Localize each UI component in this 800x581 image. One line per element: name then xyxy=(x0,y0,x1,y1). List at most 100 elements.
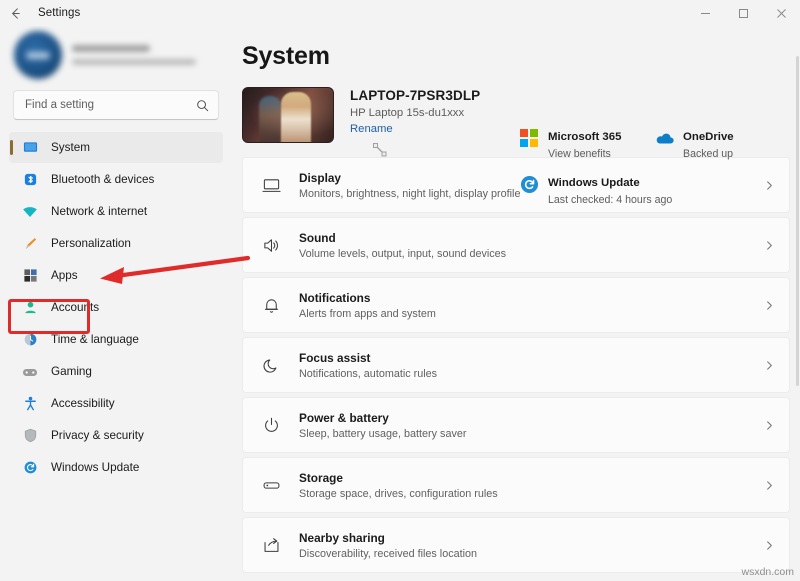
chevron-right-icon xyxy=(764,300,775,311)
settings-row-title: Sound xyxy=(299,230,336,245)
moon-icon xyxy=(260,354,282,376)
power-icon xyxy=(260,414,282,436)
watermark: wsxdn.com xyxy=(741,566,794,578)
settings-row-power-battery[interactable]: Power & battery Sleep, battery usage, ba… xyxy=(242,397,790,453)
page-title: System xyxy=(242,42,330,70)
chevron-right-icon xyxy=(764,420,775,431)
sidebar-item-label: Network & internet xyxy=(51,205,148,218)
close-button[interactable] xyxy=(762,0,800,26)
avatar xyxy=(14,31,62,79)
settings-row-sound[interactable]: Sound Volume levels, output, input, soun… xyxy=(242,217,790,273)
sidebar-item-label: Time & language xyxy=(51,333,139,346)
settings-row-subtitle: Alerts from apps and system xyxy=(299,307,436,320)
wifi-icon xyxy=(22,204,38,220)
onedrive-cloud-icon xyxy=(654,128,674,148)
status-card-onedrive[interactable]: OneDrive Backed up xyxy=(654,127,774,173)
settings-row-title: Storage xyxy=(299,470,343,485)
settings-row-title: Nearby sharing xyxy=(299,530,385,545)
sidebar: System Bluetooth & devices Network & int… xyxy=(0,26,232,581)
search-container xyxy=(9,88,223,130)
back-arrow-icon xyxy=(11,7,20,19)
accessibility-person-icon xyxy=(22,396,38,412)
sidebar-item-label: Accessibility xyxy=(51,397,115,410)
speaker-icon xyxy=(260,234,282,256)
shield-icon xyxy=(22,428,38,444)
display-monitor-icon xyxy=(260,174,282,196)
paintbrush-icon xyxy=(22,236,38,252)
status-card-microsoft-365[interactable]: Microsoft 365 View benefits xyxy=(519,127,654,173)
sidebar-item-label: System xyxy=(51,141,90,154)
settings-row-storage[interactable]: Storage Storage space, drives, configura… xyxy=(242,457,790,513)
gamepad-icon xyxy=(22,364,38,380)
person-icon xyxy=(22,300,38,316)
rename-link[interactable]: Rename xyxy=(350,123,480,135)
sidebar-item-label: Accounts xyxy=(51,301,100,314)
settings-row-nearby-sharing[interactable]: Nearby sharing Discoverability, received… xyxy=(242,517,790,573)
search-icon xyxy=(196,99,209,112)
settings-row-subtitle: Sleep, battery usage, battery saver xyxy=(299,427,467,440)
status-card-title: OneDrive xyxy=(683,131,734,143)
device-wallpaper-thumbnail xyxy=(242,87,334,143)
sidebar-item-accounts[interactable]: Accounts xyxy=(9,292,223,323)
main-scrollbar[interactable] xyxy=(796,56,799,386)
device-summary: LAPTOP-7PSR3DLP HP Laptop 15s-du1xxx Ren… xyxy=(242,71,790,206)
back-button[interactable] xyxy=(0,0,30,26)
update-sync-icon xyxy=(519,174,539,194)
window-title: Settings xyxy=(38,7,81,19)
account-header[interactable] xyxy=(9,26,223,88)
account-text-blurred xyxy=(72,45,218,65)
status-card-title: Microsoft 365 xyxy=(548,131,622,143)
sidebar-item-windows-update[interactable]: Windows Update xyxy=(9,452,223,483)
account-name-blurred xyxy=(72,45,150,52)
sidebar-item-apps[interactable]: Apps xyxy=(9,260,223,291)
sidebar-item-label: Personalization xyxy=(51,237,131,250)
settings-row-subtitle: Volume levels, output, input, sound devi… xyxy=(299,247,507,260)
account-email-blurred xyxy=(72,59,196,65)
maximize-icon xyxy=(738,8,748,18)
device-model: HP Laptop 15s-du1xxx xyxy=(350,107,465,119)
main-content: System LAPTOP-7PSR3DLP HP Laptop 15s-du1… xyxy=(232,26,800,581)
settings-row-subtitle: Discoverability, received files location xyxy=(299,547,478,560)
status-card-subtitle: Backed up xyxy=(683,148,734,160)
chevron-right-icon xyxy=(764,360,775,371)
device-name: LAPTOP-7PSR3DLP xyxy=(350,88,481,103)
status-card-subtitle: Last checked: 4 hours ago xyxy=(548,194,673,206)
close-icon xyxy=(776,8,786,18)
settings-row-title: Power & battery xyxy=(299,410,389,425)
sidebar-item-personalization[interactable]: Personalization xyxy=(9,228,223,259)
sidebar-item-bluetooth-devices[interactable]: Bluetooth & devices xyxy=(9,164,223,195)
minimize-button[interactable] xyxy=(686,0,724,26)
chevron-right-icon xyxy=(764,480,775,491)
sidebar-item-label: Bluetooth & devices xyxy=(51,173,155,186)
sidebar-item-accessibility[interactable]: Accessibility xyxy=(9,388,223,419)
device-meta: LAPTOP-7PSR3DLP HP Laptop 15s-du1xxx Ren… xyxy=(350,87,480,135)
status-card-subtitle: View benefits xyxy=(548,148,611,160)
sidebar-item-label: Windows Update xyxy=(51,461,140,474)
settings-row-subtitle: Storage space, drives, configuration rul… xyxy=(299,487,498,500)
settings-window: Settings Find a setting System Bluetooth… xyxy=(0,0,800,581)
settings-row-focus-assist[interactable]: Focus assist Notifications, automatic ru… xyxy=(242,337,790,393)
drag-cursor-artifact xyxy=(373,143,387,157)
monitor-icon xyxy=(22,140,38,156)
sidebar-item-network-internet[interactable]: Network & internet xyxy=(9,196,223,227)
apps-grid-icon xyxy=(22,268,38,284)
settings-row-notifications[interactable]: Notifications Alerts from apps and syste… xyxy=(242,277,790,333)
bluetooth-icon xyxy=(22,172,38,188)
settings-row-subtitle: Notifications, automatic rules xyxy=(299,367,438,380)
clock-globe-icon xyxy=(22,332,38,348)
title-bar: Settings xyxy=(0,0,800,26)
search-box[interactable] xyxy=(13,90,219,120)
sidebar-item-gaming[interactable]: Gaming xyxy=(9,356,223,387)
status-card-windows-update[interactable]: Windows Update Last checked: 4 hours ago xyxy=(519,173,774,219)
sidebar-item-system[interactable]: System xyxy=(9,132,223,163)
window-controls xyxy=(686,0,800,26)
sidebar-item-privacy-security[interactable]: Privacy & security xyxy=(9,420,223,451)
search-input[interactable] xyxy=(25,99,196,111)
settings-list: Display Monitors, brightness, night ligh… xyxy=(242,157,790,573)
status-card-title: Windows Update xyxy=(548,177,640,189)
sidebar-item-label: Gaming xyxy=(51,365,92,378)
sidebar-nav: System Bluetooth & devices Network & int… xyxy=(9,130,223,483)
bell-icon xyxy=(260,294,282,316)
sidebar-item-time-language[interactable]: Time & language xyxy=(9,324,223,355)
maximize-button[interactable] xyxy=(724,0,762,26)
